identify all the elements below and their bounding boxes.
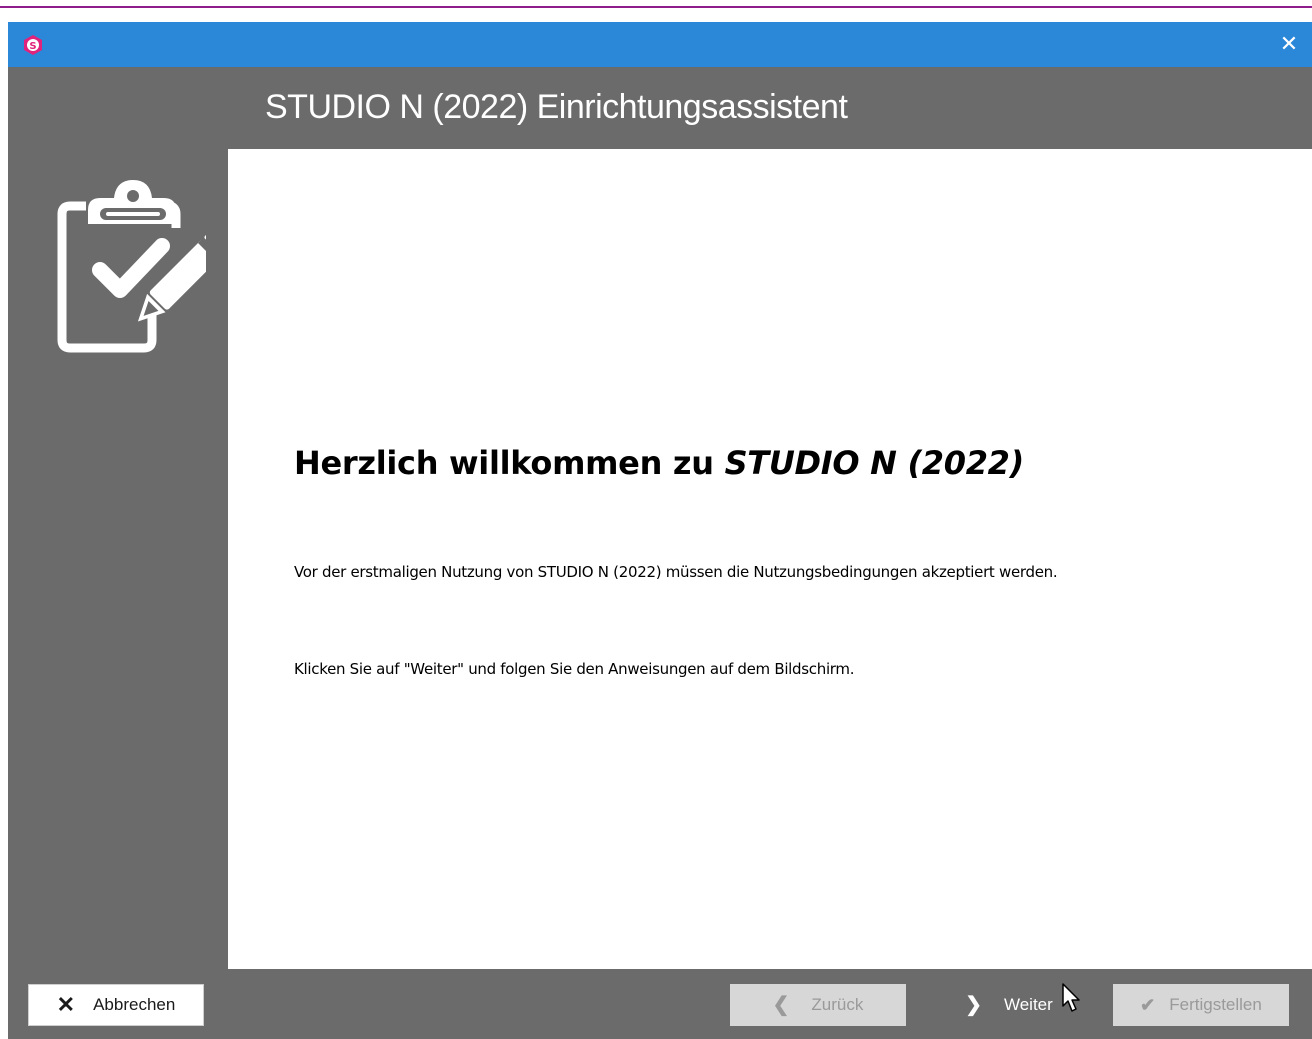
terms-notice-text: Vor der erstmaligen Nutzung von STUDIO N… xyxy=(294,563,1058,581)
next-button-label: Weiter xyxy=(1003,995,1053,1014)
accent-line xyxy=(0,6,1312,8)
chevron-right-icon: ❯ xyxy=(965,994,982,1016)
back-button-label: Zurück xyxy=(811,995,864,1014)
checkmark-icon: ✔ xyxy=(1140,995,1156,1015)
welcome-prefix: Herzlich willkommen zu xyxy=(294,444,725,482)
finish-button[interactable]: ✔ Fertigstellen xyxy=(1113,984,1289,1026)
cancel-button[interactable]: ✕ Abbrechen xyxy=(28,984,204,1026)
instruction-text: Klicken Sie auf "Weiter" und folgen Sie … xyxy=(294,660,855,678)
title-bar[interactable]: S ✕ xyxy=(8,22,1312,67)
welcome-product-name: STUDIO N (2022) xyxy=(724,444,1025,482)
content-panel: Herzlich willkommen zu STUDIO N (2022) V… xyxy=(228,149,1312,969)
mouse-cursor-icon xyxy=(1062,983,1080,1012)
setup-wizard-window: S ✕ STUDIO N (2022) Einrichtungsassisten… xyxy=(8,22,1312,1039)
clipboard-check-pencil-icon xyxy=(57,180,206,353)
studio-n-logo-icon: S xyxy=(24,35,42,55)
chevron-left-icon: ❮ xyxy=(772,994,790,1016)
cancel-button-label: Abbrechen xyxy=(93,995,176,1014)
wizard-title: STUDIO N (2022) Einrichtungsassistent xyxy=(265,88,848,126)
back-button[interactable]: ❮ Zurück xyxy=(730,984,906,1026)
finish-button-label: Fertigstellen xyxy=(1169,995,1262,1014)
close-icon: ✕ xyxy=(56,992,76,1017)
close-button[interactable]: ✕ xyxy=(1266,22,1312,67)
svg-text:S: S xyxy=(29,41,36,52)
welcome-heading: Herzlich willkommen zu STUDIO N (2022) xyxy=(294,444,1024,482)
